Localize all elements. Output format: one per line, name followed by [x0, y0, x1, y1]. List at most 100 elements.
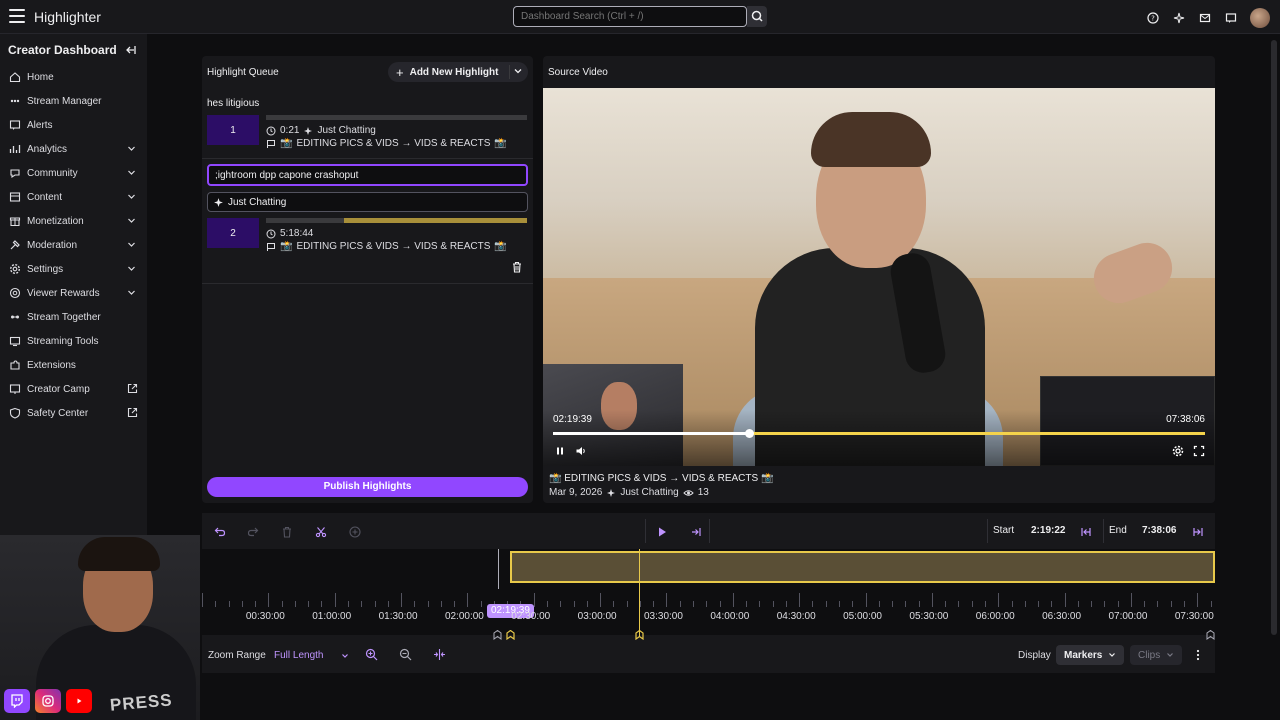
marker-icon[interactable]	[635, 630, 644, 640]
sidebar-item-monetization[interactable]: Monetization	[0, 209, 147, 233]
publish-highlights-button[interactable]: Publish Highlights	[207, 477, 528, 497]
add-new-highlight-button[interactable]: + Add New Highlight	[388, 62, 528, 82]
sidebar-nav: Home Stream Manager Alerts Analytics Communi…	[0, 65, 147, 425]
video-settings-icon[interactable]	[1171, 444, 1185, 458]
chevron-down-icon	[128, 290, 135, 295]
seek-handle[interactable]	[744, 429, 754, 438]
stream-manager-icon	[9, 95, 21, 107]
display-label: Display	[1018, 650, 1051, 661]
redo-icon[interactable]	[244, 523, 262, 541]
play-to-end-icon[interactable]	[687, 523, 705, 541]
add-marker-icon[interactable]	[346, 523, 364, 541]
sidebar-item-analytics[interactable]: Analytics	[0, 137, 147, 161]
timeline-minor-tick	[1011, 601, 1013, 607]
delete-icon[interactable]	[278, 523, 296, 541]
sidebar-item-community[interactable]: Community	[0, 161, 147, 185]
timeline-tick-label: 04:00:00	[710, 611, 750, 622]
volume-icon[interactable]	[574, 444, 588, 458]
end-value[interactable]: 7:38:06	[1142, 525, 1176, 536]
sidebar-item-label: Alerts	[27, 119, 53, 131]
highlight-1-number[interactable]: 1	[207, 115, 259, 145]
video-player[interactable]: 02:19:39 07:38:06	[543, 88, 1215, 466]
menu-icon[interactable]	[9, 9, 25, 23]
fit-to-selection-icon[interactable]	[433, 648, 446, 661]
timeline-minor-tick	[1184, 601, 1186, 607]
scissors-icon[interactable]	[312, 523, 330, 541]
markers-toggle[interactable]: Markers	[1056, 645, 1125, 665]
clock-icon	[266, 229, 276, 238]
highlight-2-stream: 📸 EDITING PICS & VIDS → VIDS & REACTS 📸	[266, 241, 507, 252]
playhead-line[interactable]	[639, 549, 640, 637]
sidebar-item-stream-manager[interactable]: Stream Manager	[0, 89, 147, 113]
sparkle-icon[interactable]	[1172, 11, 1186, 25]
sidebar-item-settings[interactable]: Settings	[0, 257, 147, 281]
timeline-minor-tick	[573, 601, 575, 607]
timeline-minor-tick	[693, 601, 695, 607]
delete-highlight-icon[interactable]	[511, 261, 523, 273]
zoom-out-icon[interactable]	[399, 648, 412, 661]
more-options-icon[interactable]	[1194, 649, 1202, 661]
set-start-icon[interactable]	[1077, 523, 1095, 541]
zoom-range-select[interactable]: Full Length	[274, 650, 323, 661]
highlight-1-title[interactable]: hes litigious	[207, 98, 259, 109]
whispers-icon[interactable]	[1224, 11, 1238, 25]
play-icon[interactable]	[653, 523, 671, 541]
collapse-sidebar-icon[interactable]	[124, 44, 136, 56]
sidebar-item-stream-together[interactable]: Stream Together	[0, 305, 147, 329]
timeline-minor-tick	[241, 601, 243, 607]
svg-text:?: ?	[1151, 15, 1155, 23]
pause-icon[interactable]	[553, 444, 567, 458]
sidebar-header: Creator Dashboard	[8, 43, 117, 57]
timeline-minor-tick	[547, 601, 549, 607]
highlight-2-number[interactable]: 2	[207, 218, 259, 248]
moderation-icon	[9, 239, 21, 251]
sidebar-item-streaming-tools[interactable]: Streaming Tools	[0, 329, 147, 353]
sidebar-item-home[interactable]: Home	[0, 65, 147, 89]
sidebar-item-creator-camp[interactable]: Creator Camp	[0, 377, 147, 401]
timeline-major-tick	[1197, 593, 1199, 607]
sidebar-item-moderation[interactable]: Moderation	[0, 233, 147, 257]
clips-toggle[interactable]: Clips	[1130, 645, 1183, 665]
sidebar-item-content[interactable]: Content	[0, 185, 147, 209]
marker-icon[interactable]	[1206, 630, 1215, 640]
undo-icon[interactable]	[211, 523, 229, 541]
video-stream-title-text: EDITING PICS & VIDS → VIDS & REACTS	[564, 473, 759, 484]
marker-icon[interactable]	[506, 630, 515, 640]
twitch-icon	[4, 689, 30, 713]
timeline-track[interactable]: 02:19:39 00:30:00 01:00:00 01:30:00 02:00:0…	[202, 549, 1215, 640]
timeline-minor-tick	[812, 601, 814, 607]
start-value[interactable]: 2:19:22	[1031, 525, 1065, 536]
timeline-tick-label: 05:00:00	[843, 611, 882, 622]
sidebar-item-viewer-rewards[interactable]: Viewer Rewards	[0, 281, 147, 305]
search-input[interactable]	[513, 6, 747, 27]
zoom-in-icon[interactable]	[365, 648, 378, 661]
chevron-down-icon	[128, 170, 135, 175]
timeline-minor-tick	[905, 601, 907, 607]
sidebar-item-safety-center[interactable]: Safety Center	[0, 401, 147, 425]
selected-range[interactable]	[510, 551, 1215, 583]
timeline-minor-tick	[613, 601, 615, 607]
help-icon[interactable]: ?	[1146, 11, 1160, 25]
chevron-down-icon[interactable]	[513, 66, 523, 76]
timeline-minor-tick	[945, 601, 947, 607]
sidebar-item-alerts[interactable]: Alerts	[0, 113, 147, 137]
plus-icon: +	[396, 64, 404, 80]
source-video-panel: Source Video 02:19:39 07:38:06 📸 EDITING…	[543, 56, 1215, 503]
search-button[interactable]	[747, 6, 767, 27]
highlight-title-input[interactable]	[207, 164, 528, 186]
sidebar-item-extensions[interactable]: Extensions	[0, 353, 147, 377]
fullscreen-icon[interactable]	[1192, 444, 1206, 458]
inbox-icon[interactable]	[1198, 11, 1212, 25]
set-end-icon[interactable]	[1189, 523, 1207, 541]
timeline-major-tick	[799, 593, 801, 607]
marker-icon[interactable]	[493, 630, 502, 640]
chevron-down-icon[interactable]	[341, 652, 349, 660]
category-select[interactable]: Just Chatting	[207, 192, 528, 212]
timeline-minor-tick	[1051, 601, 1053, 607]
sidebar-item-label: Community	[27, 167, 78, 179]
timeline-minor-tick	[480, 601, 482, 607]
avatar[interactable]	[1250, 8, 1270, 28]
page-scrollbar[interactable]	[1271, 40, 1277, 635]
video-seek-bar[interactable]	[553, 429, 1205, 438]
sidebar-item-label: Settings	[27, 263, 64, 275]
